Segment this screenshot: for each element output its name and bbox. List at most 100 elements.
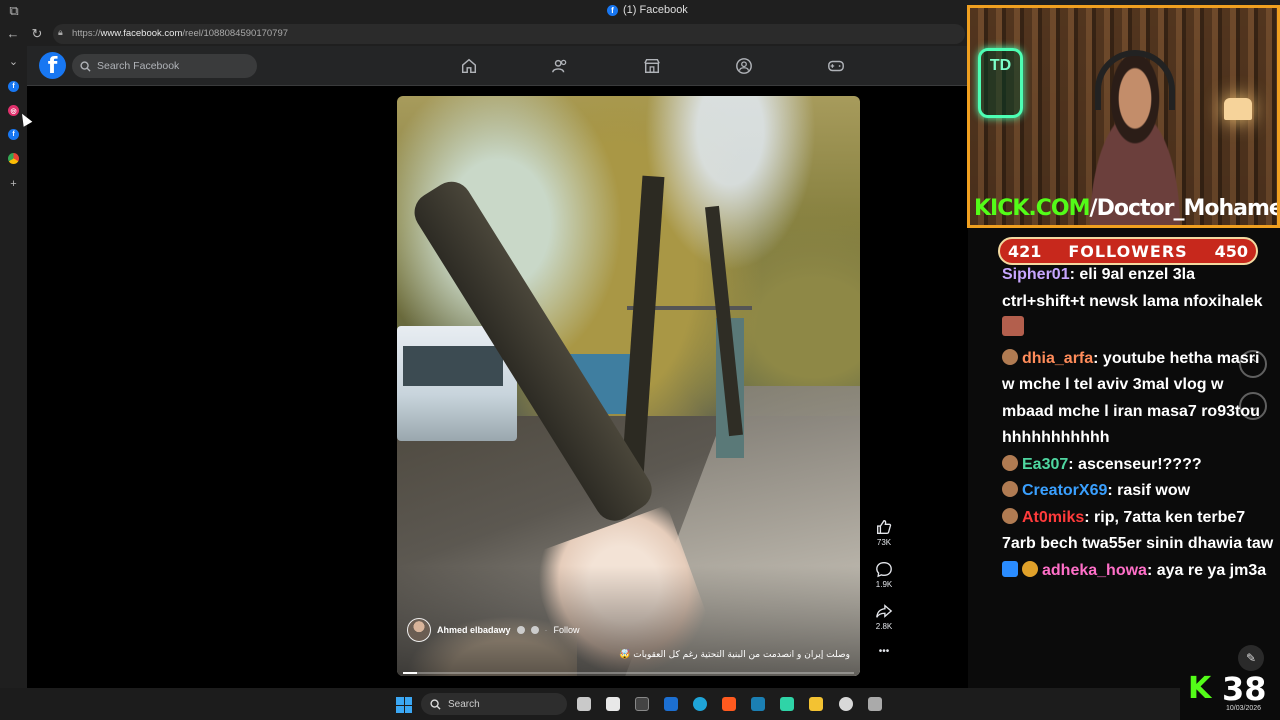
stream-date: 10/03/2026	[1226, 705, 1262, 712]
comment-count: 1.9K	[875, 580, 893, 589]
lock-icon: 🔒︎	[58, 27, 63, 37]
chat-text: : rasif wow	[1107, 482, 1191, 499]
scroll-down-icon[interactable]: ⌄	[1239, 392, 1267, 420]
windows-start-icon[interactable]	[396, 697, 412, 713]
neon-sign-icon: TD	[978, 48, 1023, 118]
user-badge-icon	[1002, 348, 1018, 365]
kick-logo-icon: K	[1188, 671, 1212, 706]
streamer-webcam: TD KICK.COM/Doctor_Mohamed	[967, 5, 1280, 228]
chrome-taskbar-icon[interactable]	[839, 697, 853, 711]
comment-button[interactable]: 1.9K	[872, 560, 896, 589]
scroll-up-icon[interactable]: ⌃	[1239, 350, 1267, 378]
more-options-button[interactable]: •••	[872, 646, 896, 657]
gaming-icon[interactable]	[827, 57, 845, 75]
chat-message: At0miks: rip, 7atta ken terbe7 7arb bech…	[1002, 505, 1274, 558]
video-progress-bar[interactable]	[403, 672, 854, 674]
chrome-icon[interactable]	[8, 153, 19, 164]
user-badge-icon	[1002, 481, 1018, 497]
calendar-icon[interactable]	[606, 697, 620, 711]
user-badge-icon	[1022, 560, 1038, 577]
chat-text: : ascenseur!????	[1068, 455, 1202, 473]
share-icon	[876, 604, 893, 618]
search-icon	[430, 698, 441, 710]
back-icon[interactable]: ←	[4, 25, 22, 43]
workspaces-icon[interactable]: ⧉	[5, 2, 23, 20]
chat-username: Ea307	[1022, 455, 1069, 473]
chat-emote-icon	[1002, 316, 1024, 336]
kick-channel-label: KICK.COM/Doctor_Mohamed	[974, 196, 1280, 221]
facebook-icon[interactable]: f	[8, 81, 19, 92]
follow-button[interactable]: Follow	[554, 625, 580, 635]
kick-prefix: KICK.COM	[974, 196, 1091, 221]
browser-sidebar: ⌄ f ◎ f +	[0, 46, 27, 688]
outlook-icon[interactable]	[664, 697, 678, 711]
windows-taskbar: Search	[0, 688, 1180, 720]
instagram-icon[interactable]: ◎	[8, 105, 19, 116]
video-progress-fill	[403, 672, 417, 674]
address-bar-row: ← ↻ 🔒︎ https://www.facebook.com/reel/108…	[0, 22, 968, 46]
search-icon	[80, 60, 91, 72]
author-avatar[interactable]	[407, 618, 431, 642]
screen: ⧉ f (1) Facebook ← ↻ 🔒︎ https://www.face…	[0, 0, 1280, 720]
viewer-count: 38	[1222, 670, 1267, 708]
followers-goal: 450	[1214, 241, 1248, 261]
facebook-header: f Search Facebook	[27, 46, 968, 86]
followers-current: 421	[1008, 241, 1042, 261]
followers-label: FOLLOWERS	[1068, 241, 1188, 261]
edit-icon[interactable]: ✎	[1238, 645, 1264, 671]
user-badge-icon	[1002, 454, 1018, 471]
home-icon[interactable]	[460, 57, 478, 75]
taskbar-search-label: Search	[448, 698, 480, 710]
chat-username: adheka_howa	[1042, 561, 1147, 579]
friends-icon[interactable]	[551, 57, 569, 75]
facebook-icon[interactable]: f	[8, 129, 19, 140]
facebook-favicon-icon: f	[607, 4, 618, 16]
file-explorer-icon[interactable]	[809, 697, 823, 711]
user-badge-icon	[1002, 560, 1018, 577]
refresh-icon[interactable]: ↻	[28, 25, 46, 43]
share-button[interactable]: 2.8K	[872, 602, 896, 631]
tab-title-text: (1) Facebook	[623, 4, 688, 16]
chat-message: CreatorX69: rasif wow	[1002, 478, 1274, 505]
share-count: 2.8K	[875, 622, 893, 631]
kick-channel-name: /Doctor_Mohamed	[1089, 196, 1280, 221]
lamp-icon	[1224, 98, 1252, 120]
taskbar-search[interactable]: Search	[421, 693, 567, 715]
url-text: https://www.facebook.com/reel/1088084590…	[72, 28, 289, 39]
globe-icon	[530, 626, 539, 634]
chat-text: : aya re ya jm3a	[1146, 561, 1267, 579]
chat-message: Ea307: ascenseur!????	[1002, 452, 1274, 479]
comment-icon	[876, 562, 892, 578]
apps-grid-icon[interactable]	[868, 697, 882, 711]
like-button[interactable]: 73K	[872, 518, 896, 547]
marketplace-icon[interactable]	[643, 57, 661, 75]
verified-icon	[516, 626, 525, 634]
viewer-counter: K 38	[1188, 670, 1267, 708]
chat-username: CreatorX69	[1022, 482, 1108, 499]
facebook-search-input[interactable]: Search Facebook	[72, 54, 257, 78]
app-icon[interactable]	[751, 697, 765, 711]
tab-title[interactable]: f (1) Facebook	[607, 4, 688, 16]
followers-goal-bar: 421 FOLLOWERS 450	[998, 237, 1258, 265]
url-field[interactable]: 🔒︎ https://www.facebook.com/reel/1088084…	[53, 24, 965, 44]
reel-caption: وصلت إيران و انصدمت من البنية التحتية رغ…	[619, 650, 850, 660]
groups-icon[interactable]	[735, 57, 753, 75]
terminal-icon[interactable]	[635, 697, 649, 711]
facebook-logo-icon[interactable]: f	[39, 52, 66, 79]
brave-icon[interactable]	[722, 697, 736, 711]
author-name[interactable]: Ahmed elbadawy	[437, 625, 511, 635]
chat-message: Sipher01: eli 9al enzel 3la ctrl+shift+t…	[1002, 262, 1274, 342]
reel-author: Ahmed elbadawy · Follow	[407, 618, 580, 642]
add-icon[interactable]: +	[7, 178, 20, 191]
chat-username: dhia_arfa	[1022, 349, 1094, 367]
separator-dot: ·	[544, 625, 548, 635]
like-count: 73K	[876, 538, 892, 547]
chat-message: dhia_arfa: youtube hetha masri w mche l …	[1002, 346, 1274, 452]
edge-icon[interactable]	[693, 697, 707, 711]
task-view-icon[interactable]	[577, 697, 591, 711]
user-badge-icon	[1002, 507, 1018, 524]
chevron-down-icon[interactable]: ⌄	[7, 56, 20, 69]
pycharm-icon[interactable]	[780, 697, 794, 711]
thumbs-up-icon	[877, 520, 892, 534]
reel-video[interactable]: Ahmed elbadawy · Follow وصلت إيران و انص…	[397, 96, 860, 676]
